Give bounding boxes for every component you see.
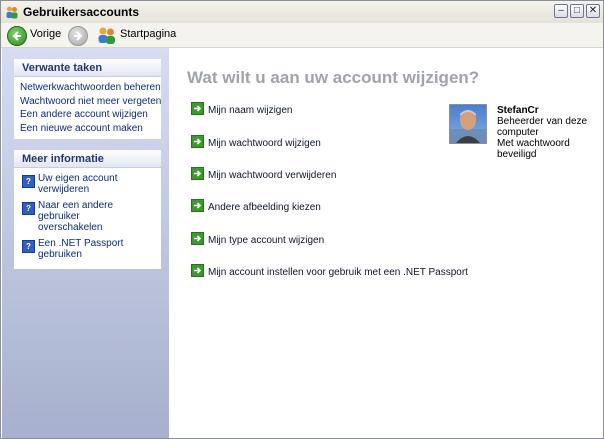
help-icon: ? (22, 240, 35, 253)
back-button-label[interactable]: Vorige (30, 28, 61, 40)
task-link-change-other-account[interactable]: Een andere account wijzigen (20, 108, 155, 122)
title-bar: Gebruikersaccounts – □ ✕ (1, 1, 603, 24)
green-arrow-icon (191, 264, 204, 277)
users-icon (5, 5, 19, 19)
toolbar: Vorige Startpagina (1, 23, 603, 48)
task-link-new-account[interactable]: Een nieuwe account maken (20, 122, 155, 136)
users-home-icon[interactable] (97, 26, 117, 44)
action-remove-password[interactable]: Mijn wachtwoord verwijderen (191, 167, 336, 181)
help-icon: ? (22, 202, 35, 215)
green-arrow-icon (191, 199, 204, 212)
action-setup-net-passport[interactable]: Mijn account instellen voor gebruik met … (191, 264, 468, 278)
user-card: StefanCr Beheerder van deze computer Met… (449, 104, 599, 174)
info-link-net-passport[interactable]: ? Een .NET Passport gebruiken (20, 238, 155, 260)
window: Gebruikersaccounts – □ ✕ Vorige Startpag… (0, 0, 604, 439)
task-link-forgotten-password[interactable]: Wachtwoord niet meer vergeten (20, 95, 161, 109)
action-change-picture[interactable]: Andere afbeelding kiezen (191, 199, 321, 213)
info-link-switch-user[interactable]: ? Naar een andere gebruiker overschakele… (20, 200, 155, 233)
close-button[interactable]: ✕ (586, 4, 600, 18)
related-tasks-header[interactable]: Verwante taken (14, 59, 161, 77)
page-title: Wat wilt u aan uw account wijzigen? (187, 68, 480, 87)
green-arrow-icon (191, 232, 204, 245)
back-arrow-icon[interactable] (7, 26, 27, 46)
info-link-delete-account[interactable]: ? Uw eigen account verwijderen (20, 173, 155, 195)
user-role-line2: computer (497, 127, 539, 138)
green-arrow-icon (191, 135, 204, 148)
maximize-button[interactable]: □ (570, 4, 584, 18)
user-status-line1: Met wachtwoord (497, 138, 570, 149)
action-change-account-type[interactable]: Mijn type account wijzigen (191, 232, 324, 246)
sidebar: Verwante taken Netwerkwachtwoorden beher… (2, 48, 169, 438)
action-change-name[interactable]: Mijn naam wijzigen (191, 102, 292, 116)
minimize-button[interactable]: – (554, 4, 568, 18)
user-status-line2: beveiligd (497, 149, 537, 160)
green-arrow-icon (191, 102, 204, 115)
green-arrow-icon (191, 167, 204, 180)
avatar (449, 104, 487, 144)
more-info-panel: Meer informatie ? Uw eigen account verwi… (14, 150, 161, 269)
forward-arrow-icon[interactable] (68, 26, 88, 46)
home-button-label[interactable]: Startpagina (120, 28, 176, 40)
more-info-header[interactable]: Meer informatie (14, 150, 161, 168)
window-title: Gebruikersaccounts (23, 5, 140, 19)
main-content: Wat wilt u aan uw account wijzigen? Mijn… (169, 48, 603, 438)
related-tasks-panel: Verwante taken Netwerkwachtwoorden beher… (14, 59, 161, 139)
action-change-password[interactable]: Mijn wachtwoord wijzigen (191, 135, 321, 149)
user-name: StefanCr (497, 105, 539, 116)
task-link-network-passwords[interactable]: Netwerkwachtwoorden beheren (20, 81, 161, 95)
user-role-line1: Beheerder van deze (497, 116, 588, 127)
help-icon: ? (22, 175, 35, 188)
